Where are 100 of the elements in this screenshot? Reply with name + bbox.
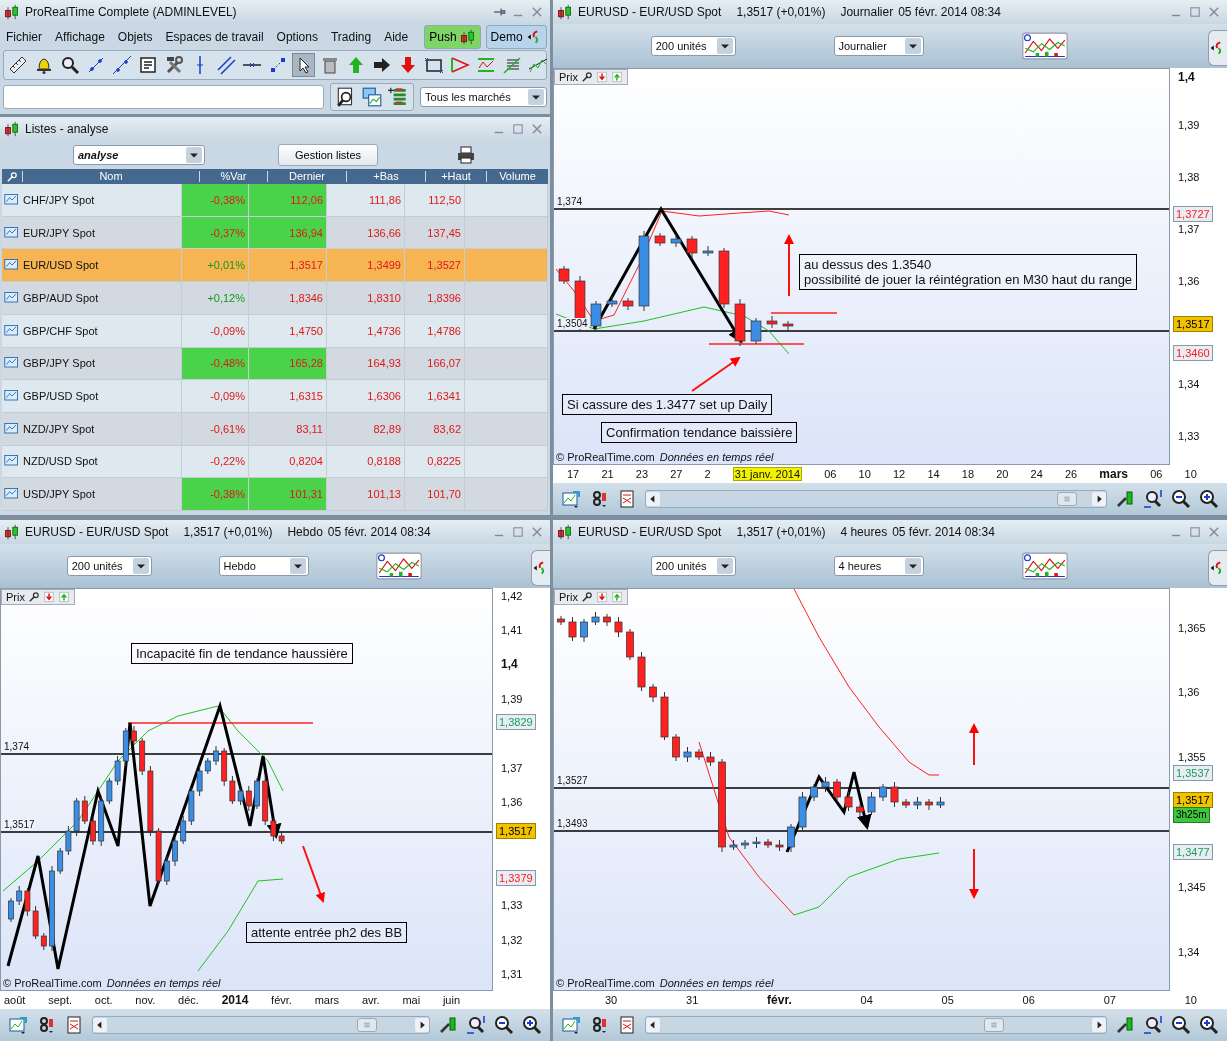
menu-item[interactable]: Aide [384, 30, 409, 44]
menu-item[interactable]: Options [276, 30, 318, 44]
axis-date-label: mars [1099, 467, 1129, 481]
market-select[interactable]: Tous les marchés [420, 87, 547, 107]
table-cell: 82,89 [327, 412, 405, 445]
table-cell: 83,11 [249, 412, 327, 445]
menu-item[interactable]: Objets [117, 30, 153, 44]
list-row[interactable]: GBP/JPY Spot -0,48% 165,28 164,93 166,07 [2, 347, 548, 381]
data-note: Données en temps réel [106, 977, 221, 989]
level-label: 1,3527 [556, 775, 589, 786]
table-cell: +0,01% [182, 249, 249, 282]
price-badge: 3h25m [1173, 807, 1210, 823]
axis-tick-label: 1,34 [1178, 945, 1200, 959]
price-badge: 1,3727 [1173, 206, 1213, 222]
axis-date-label: 06 [1150, 468, 1163, 480]
units-select[interactable]: 200 unités [66, 556, 152, 576]
level-label: 1,3493 [556, 818, 589, 829]
column-header[interactable]: +Bas [346, 171, 425, 182]
list-row[interactable]: GBP/USD Spot -0,09% 1,6315 1,6306 1,6341 [2, 380, 548, 413]
axis-date-label: févr. [271, 994, 292, 1006]
axis-date-label: déc. [178, 994, 199, 1006]
symbol-name: GBP/AUD Spot [23, 291, 99, 304]
symbol-name: USD/JPY Spot [23, 488, 95, 501]
axis-date-label: 18 [961, 468, 975, 480]
list-row[interactable]: NZD/JPY Spot -0,61% 83,11 82,89 83,62 [2, 412, 548, 446]
column-header[interactable]: Volume [486, 171, 548, 182]
demo-button[interactable]: Demo [485, 25, 547, 49]
axis-tick-label: 1,41 [501, 623, 523, 637]
axis-date-label: sept. [48, 994, 73, 1006]
axis-date-label: oct. [94, 994, 113, 1006]
axis-date-label: 05 [941, 994, 954, 1006]
manage-lists-button[interactable]: Gestion listes [278, 144, 379, 166]
axis-date-label: 30 [605, 994, 618, 1006]
axis-date-label: mars [314, 994, 340, 1006]
units-select[interactable]: 200 unités [650, 36, 736, 56]
list-select[interactable]: analyse [73, 145, 205, 165]
table-cell: 1,4750 [249, 314, 327, 347]
axis-tick-label: 1,36 [1178, 685, 1200, 699]
table-cell: 83,62 [405, 412, 465, 445]
legend-label: Prix [559, 591, 578, 603]
list-row[interactable]: CHF/JPY Spot -0,38% 112,06 111,86 112,50 [2, 184, 548, 217]
axis-date-label: 31 janv. 2014 [732, 467, 803, 481]
units-select[interactable]: 200 unités [650, 556, 736, 576]
copyright-text: © ProRealTime.com [556, 977, 655, 989]
list-row[interactable]: EUR/USD Spot +0,01% 1,3517 1,3499 1,3527 [2, 249, 548, 283]
level-label: 1,374 [556, 196, 584, 207]
column-header[interactable]: +Haut [425, 171, 486, 182]
axis-tick-label: 1,345 [1178, 880, 1206, 894]
column-header[interactable]: Nom [22, 171, 199, 182]
table-cell: -0,09% [182, 380, 249, 412]
axis-date-label: 06 [1022, 994, 1035, 1006]
axis-date-label: mai [402, 994, 421, 1006]
chart-quote: 1,3517 (+0,01%) [183, 525, 273, 539]
legend-label: Prix [6, 591, 25, 603]
chart-period: Hebdo [287, 525, 323, 539]
axis-date-label: 14 [927, 468, 940, 480]
price-badge: 1,3477 [1173, 844, 1213, 860]
menu-item[interactable]: Trading [330, 30, 372, 44]
price-badge: 1,3460 [1173, 345, 1213, 361]
symbol-name: EUR/JPY Spot [23, 226, 95, 239]
chart-annotation[interactable]: au dessus des 1.3540 possibilité de jouer la réintégration en M30 haut du range [799, 254, 1138, 290]
axis-date-label: 2 [704, 468, 711, 480]
list-row[interactable]: GBP/CHF Spot -0,09% 1,4750 1,4736 1,4786 [2, 314, 548, 348]
price-badge: 1,3517 [496, 823, 536, 839]
menu-item[interactable]: Espaces de travail [165, 30, 264, 44]
price-badge: 1,3379 [496, 870, 536, 886]
menu-item[interactable]: Fichier [6, 30, 42, 44]
table-cell: 136,66 [327, 216, 405, 249]
push-button[interactable]: Push [424, 25, 481, 49]
table-cell: 164,93 [327, 347, 405, 380]
period-select[interactable]: Journalier [833, 36, 924, 56]
chart-quote: 1,3517 (+0,01%) [736, 525, 826, 539]
list-row[interactable]: NZD/USD Spot -0,22% 0,8204 0,8188 0,8225 [2, 445, 548, 479]
table-cell: 0,8188 [327, 445, 405, 478]
list-row[interactable]: GBP/AUD Spot +0,12% 1,8346 1,8310 1,8396 [2, 282, 548, 315]
chart-annotation[interactable]: Si cassure des 1.3477 set up Daily [562, 394, 773, 415]
column-header[interactable]: %Var [199, 171, 267, 182]
data-note: Données en temps réel [659, 451, 774, 463]
axis-date-label: 20 [996, 468, 1009, 480]
axis-date-label: 04 [860, 994, 873, 1006]
chart-annotation[interactable]: attente entrée ph2 des BB [246, 922, 408, 943]
period-select[interactable]: Hebdo [218, 556, 309, 576]
symbol-name: CHF/JPY Spot [23, 193, 95, 206]
menu-item[interactable]: Affichage [55, 30, 105, 44]
chart-annotation[interactable]: Incapacité fin de tendance haussière [131, 643, 353, 664]
list-row[interactable]: USD/JPY Spot -0,38% 101,31 101,13 101,70 [2, 478, 548, 512]
period-select[interactable]: 4 heures [833, 556, 924, 576]
axis-tick-label: 1,37 [1178, 222, 1200, 236]
axis-tick-label: 1,37 [501, 761, 523, 775]
chart-timestamp: 05 févr. 2014 08:34 [327, 525, 431, 539]
column-header[interactable]: Dernier [267, 171, 346, 182]
axis-tick-label: 1,34 [1178, 377, 1200, 391]
chart-annotation[interactable]: Confirmation tendance baissière [601, 422, 798, 443]
table-cell: 112,50 [405, 184, 465, 216]
table-cell: 1,6315 [249, 380, 327, 412]
level-label: 1,3504 [556, 318, 589, 329]
list-row[interactable]: EUR/JPY Spot -0,37% 136,94 136,66 137,45 [2, 216, 548, 250]
level-label: 1,3517 [3, 819, 36, 830]
table-cell: -0,37% [182, 216, 249, 249]
symbol-name: NZD/USD Spot [23, 455, 98, 468]
